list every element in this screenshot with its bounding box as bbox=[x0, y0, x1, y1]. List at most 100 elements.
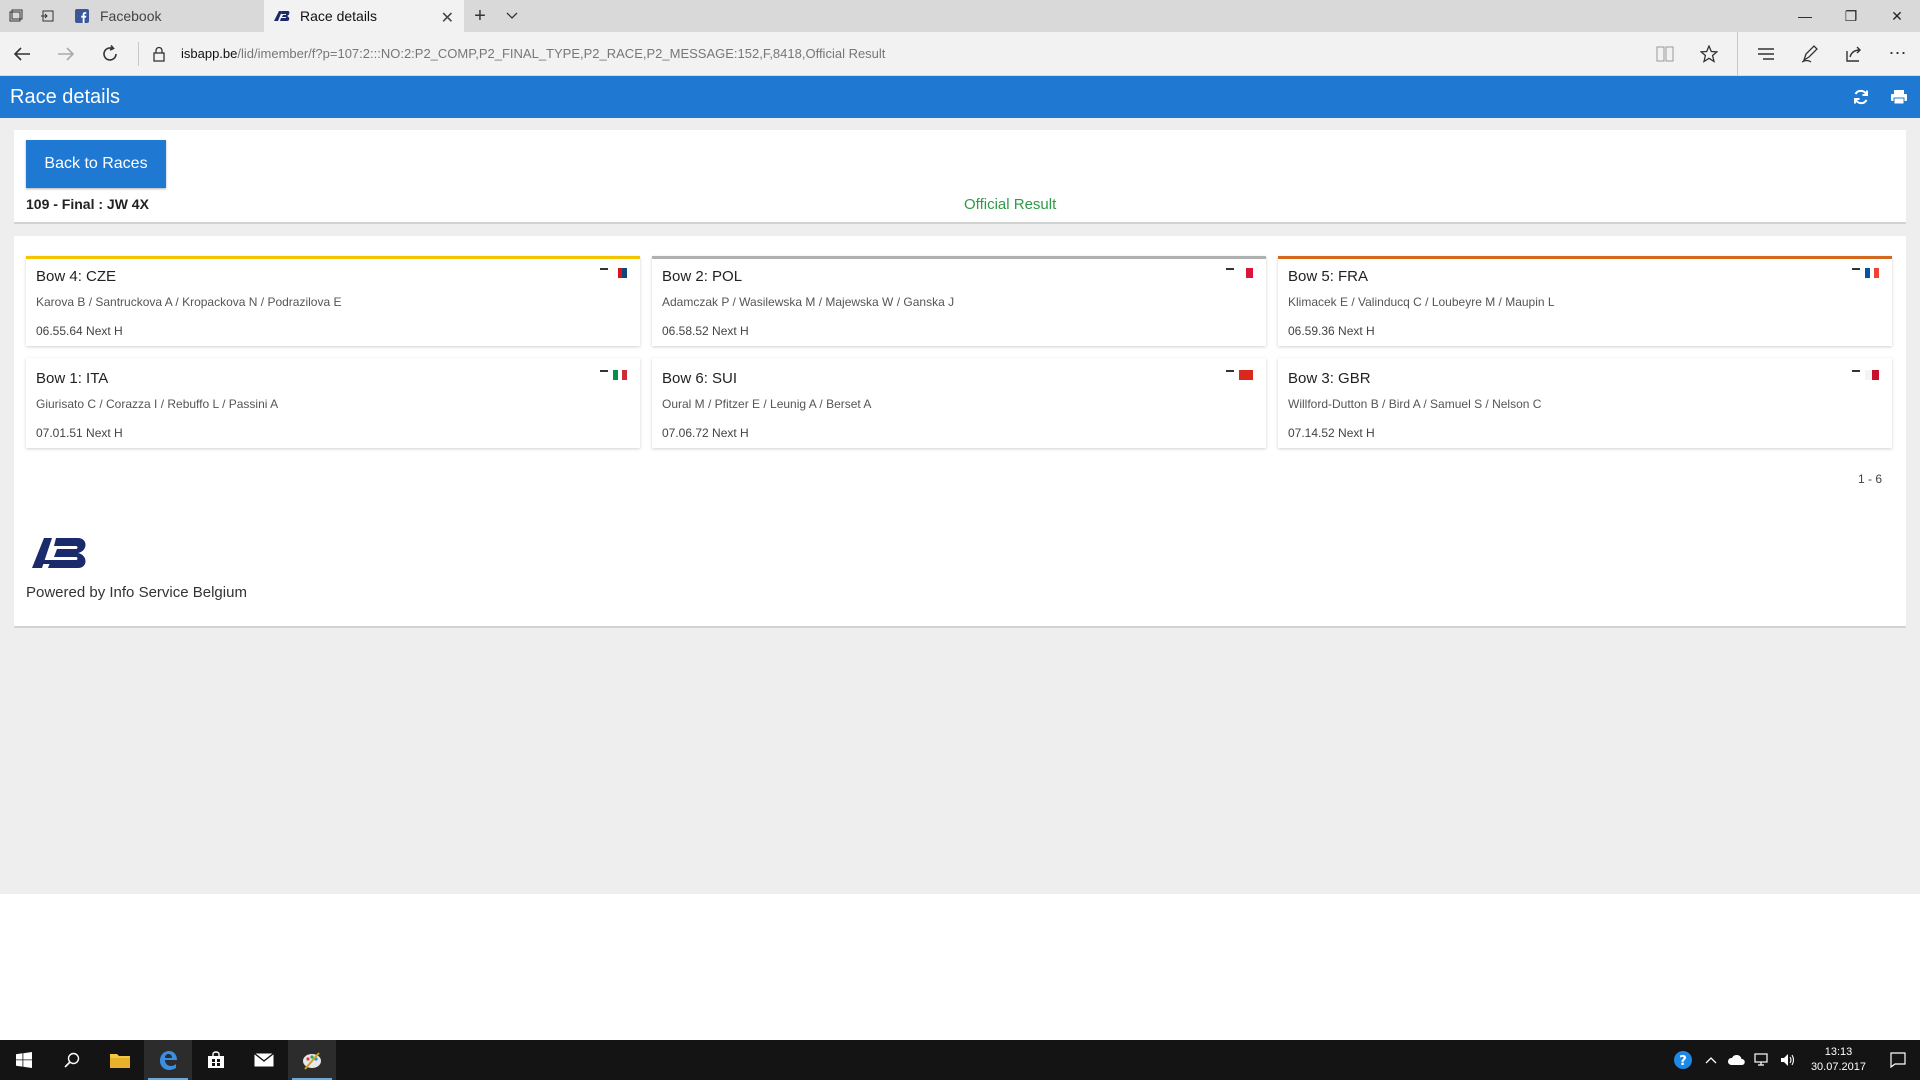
finish-time: 07.14.52 Next H bbox=[1288, 426, 1375, 440]
powered-by-text: Powered by Info Service Belgium bbox=[26, 584, 247, 601]
race-label: 109 - Final : JW 4X bbox=[26, 196, 149, 212]
chevron-up-icon[interactable] bbox=[1699, 1056, 1723, 1064]
bow-label: Bow 6: SUI bbox=[662, 370, 738, 387]
results-grid: Bow 4: CZE Karova B / Santruckova A / Kro… bbox=[26, 256, 1892, 448]
boat-result-card: Bow 2: POL Adamczak P / Wasilewska M / Ma… bbox=[652, 256, 1266, 346]
windows-start-icon[interactable] bbox=[0, 1040, 48, 1080]
back-to-races-button[interactable]: Back to Races bbox=[26, 140, 166, 188]
favorite-star-icon[interactable] bbox=[1687, 32, 1731, 76]
page-title: Race details bbox=[10, 85, 121, 108]
svg-text:?: ? bbox=[1679, 1054, 1687, 1069]
share-icon[interactable] bbox=[1832, 32, 1876, 76]
divider bbox=[138, 41, 139, 66]
pagination-label: 1 - 6 bbox=[1857, 472, 1882, 486]
finish-time: 07.06.72 Next H bbox=[662, 426, 749, 440]
position-color-bar bbox=[26, 358, 640, 361]
hub-icon[interactable] bbox=[1744, 32, 1788, 76]
country-flag-icon bbox=[1852, 266, 1882, 278]
close-window-icon[interactable]: ✕ bbox=[1874, 0, 1920, 32]
results-card: Bow 4: CZE Karova B / Santruckova A / Kro… bbox=[14, 236, 1906, 628]
tab-preview-icon[interactable] bbox=[0, 0, 32, 32]
crew-names: Willford-Dutton B / Bird A / Samuel S / … bbox=[1288, 397, 1542, 411]
country-flag-icon bbox=[1226, 266, 1256, 278]
crew-names: Karova B / Santruckova A / Kropackova N … bbox=[36, 295, 342, 309]
more-icon[interactable]: ⋯ bbox=[1876, 32, 1920, 76]
clock-time: 13:13 bbox=[1824, 1046, 1853, 1058]
finish-time: 06.59.36 Next H bbox=[1288, 324, 1375, 338]
address-actions: ⋯ bbox=[1643, 31, 1920, 76]
mail-icon[interactable] bbox=[240, 1040, 288, 1080]
crew-names: Oural M / Pfitzer E / Leunig A / Berset … bbox=[662, 397, 872, 411]
country-flag-icon bbox=[1226, 368, 1256, 380]
network-icon[interactable] bbox=[1749, 1053, 1775, 1067]
country-flag-icon bbox=[600, 368, 630, 380]
url-field[interactable]: isbapp.be/lid/imember/f?p=107:2:::NO:2:P… bbox=[181, 46, 885, 61]
file-explorer-icon[interactable] bbox=[96, 1040, 144, 1080]
set-aside-tabs-icon[interactable] bbox=[32, 0, 64, 32]
tab-label: Facebook bbox=[100, 8, 162, 24]
minimize-icon[interactable]: — bbox=[1782, 0, 1828, 32]
url-path: /lid/imember/f?p=107:2:::NO:2:P2_COMP,P2… bbox=[237, 46, 886, 61]
country-flag-icon bbox=[600, 266, 630, 278]
app-header: Race details bbox=[0, 76, 1920, 118]
address-bar: isbapp.be/lid/imember/f?p=107:2:::NO:2:P… bbox=[0, 31, 1920, 76]
finish-time: 06.55.64 Next H bbox=[36, 324, 123, 338]
forward-arrow-icon[interactable] bbox=[44, 32, 88, 76]
boat-result-card: Bow 6: SUI Oural M / Pfitzer E / Leunig A… bbox=[652, 358, 1266, 448]
new-tab-button[interactable]: + bbox=[464, 0, 496, 32]
refresh-page-icon[interactable] bbox=[1850, 86, 1872, 108]
race-header-card: Back to Races 109 - Final : JW 4X Offici… bbox=[14, 130, 1906, 224]
search-icon[interactable] bbox=[48, 1040, 96, 1080]
country-flag-icon bbox=[1852, 368, 1882, 380]
system-tray: ? 13:13 30.07.2017 bbox=[1667, 1040, 1920, 1080]
bow-label: Bow 4: CZE bbox=[36, 268, 117, 285]
action-center-icon[interactable] bbox=[1876, 1052, 1920, 1068]
restore-icon[interactable]: ❐ bbox=[1828, 0, 1874, 32]
facebook-icon bbox=[74, 8, 90, 24]
url-host: isbapp.be bbox=[181, 46, 238, 61]
chevron-down-icon[interactable] bbox=[496, 0, 528, 32]
onedrive-cloud-icon[interactable] bbox=[1723, 1054, 1749, 1066]
position-color-bar bbox=[1278, 358, 1892, 361]
boat-result-card: Bow 5: FRA Klimacek E / Valinducq C / Lou… bbox=[1278, 256, 1892, 346]
crew-names: Klimacek E / Valinducq C / Loubeyre M / … bbox=[1288, 295, 1555, 309]
window-controls: — ❐ ✕ bbox=[1782, 0, 1920, 32]
browser-tabstrip: Facebook Race details ✕ + — ❐ ✕ bbox=[0, 0, 1920, 32]
paint-app-icon[interactable] bbox=[288, 1040, 336, 1080]
boat-result-card: Bow 1: ITA Giurisato C / Corazza I / Rebu… bbox=[26, 358, 640, 448]
print-icon[interactable] bbox=[1888, 86, 1910, 108]
tab-label: Race details bbox=[300, 8, 378, 24]
clock-date: 30.07.2017 bbox=[1810, 1061, 1866, 1073]
position-color-bar bbox=[652, 358, 1266, 361]
isb-icon bbox=[274, 8, 290, 24]
boat-result-card: Bow 4: CZE Karova B / Santruckova A / Kro… bbox=[26, 256, 640, 346]
store-icon[interactable] bbox=[192, 1040, 240, 1080]
refresh-icon[interactable] bbox=[88, 32, 132, 76]
edge-browser-icon[interactable] bbox=[144, 1040, 192, 1080]
lock-icon[interactable] bbox=[145, 32, 173, 76]
reading-view-icon[interactable] bbox=[1643, 32, 1687, 76]
close-tab-icon[interactable]: ✕ bbox=[441, 8, 454, 28]
bow-label: Bow 3: GBR bbox=[1288, 370, 1371, 387]
bow-label: Bow 5: FRA bbox=[1288, 268, 1369, 285]
bow-label: Bow 1: ITA bbox=[36, 370, 109, 387]
volume-icon[interactable] bbox=[1775, 1053, 1801, 1067]
page-body: Race details Back to Races 109 - Final :… bbox=[0, 76, 1920, 894]
page-blank-area bbox=[0, 894, 1920, 1040]
divider bbox=[1737, 31, 1738, 76]
taskbar-clock[interactable]: 13:13 30.07.2017 bbox=[1801, 1045, 1876, 1075]
web-note-pen-icon[interactable] bbox=[1788, 32, 1832, 76]
position-color-bar bbox=[652, 256, 1266, 259]
isb-logo bbox=[32, 538, 88, 573]
position-color-bar bbox=[26, 256, 640, 259]
header-actions bbox=[1850, 86, 1910, 108]
tab-race-details[interactable]: Race details ✕ bbox=[264, 0, 464, 32]
tab-facebook[interactable]: Facebook bbox=[64, 0, 264, 32]
back-arrow-icon[interactable] bbox=[0, 32, 44, 76]
crew-names: Adamczak P / Wasilewska M / Majewska W /… bbox=[662, 295, 955, 309]
taskbar: ? 13:13 30.07.2017 bbox=[0, 1040, 1920, 1080]
finish-time: 07.01.51 Next H bbox=[36, 426, 123, 440]
boat-result-card: Bow 3: GBR Willford-Dutton B / Bird A / S… bbox=[1278, 358, 1892, 448]
crew-names: Giurisato C / Corazza I / Rebuffo L / Pa… bbox=[36, 397, 279, 411]
help-icon[interactable]: ? bbox=[1667, 1050, 1699, 1070]
